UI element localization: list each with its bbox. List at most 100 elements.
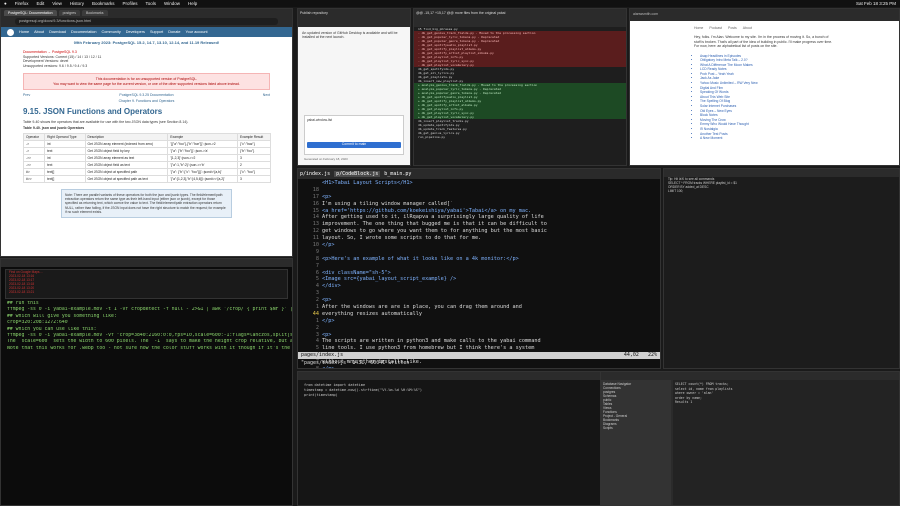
menu-item[interactable]: View xyxy=(52,1,62,6)
menu-item[interactable]: Profiles xyxy=(122,1,137,6)
table-cell: text xyxy=(44,147,86,155)
blog-url-bar[interactable]: alanwsmith.com xyxy=(630,9,899,21)
line-text: get windows to go where you want them to… xyxy=(322,228,547,235)
vim-line: 1 </p> xyxy=(300,318,658,325)
code-line: Results 1 xyxy=(675,400,693,404)
nav-link[interactable]: Community xyxy=(102,30,121,34)
line-number: 3 xyxy=(315,290,319,297)
url-bar[interactable]: postgresql.org/docs/9.3/functions-json.h… xyxy=(15,18,278,25)
unsupported-versions[interactable]: Unsupported versions: 9.6 / 9.5 / 9.4 / … xyxy=(23,64,270,69)
nav-home-link[interactable]: Home xyxy=(694,26,703,30)
line-number: 9 xyxy=(315,248,319,255)
elephant-logo-icon[interactable] xyxy=(7,28,14,36)
commit-footer: Generated on February 18, 2023 xyxy=(304,157,348,161)
table-header: Operator xyxy=(22,133,46,141)
line-text: <p> xyxy=(322,331,332,338)
table-cell: int xyxy=(44,154,86,162)
list-item[interactable]: 2023-02-18 13:21 xyxy=(6,290,287,294)
blog-intro: Hey, folks. I'm Alan. Welcome to my site… xyxy=(694,35,833,48)
vim-tab-active[interactable]: p/CodeBlock.js xyxy=(334,171,381,177)
terminal-buffer[interactable]: ## run this ffmpeg -ss 0 -i yabai-example… xyxy=(1,301,292,352)
nav-link[interactable]: Support xyxy=(150,30,163,34)
browser-tab[interactable]: postgres xyxy=(58,10,80,16)
nav-link[interactable]: Developers xyxy=(126,30,145,34)
line-text: </div> xyxy=(322,283,341,290)
vim-tab[interactable]: p/index.js xyxy=(300,171,330,177)
vim-line: 4 The scripts are written in python3 and… xyxy=(300,338,658,345)
menu-item[interactable]: Tools xyxy=(145,1,156,6)
table-row: -> int Get JSON array element (indexed fro… xyxy=(22,140,271,148)
line-text: The scripts are written in python3 and m… xyxy=(322,338,541,345)
table-cell: Get JSON array element (indexed from zer… xyxy=(84,140,169,148)
vim-line: 13 improvement. The one thing that bugge… xyxy=(300,221,658,228)
nav-podcast-link[interactable]: Podcast xyxy=(709,26,722,30)
menu-item[interactable]: Help xyxy=(188,1,197,6)
line-number: 13 xyxy=(312,221,319,228)
nav-posts-link[interactable]: Posts xyxy=(728,26,737,30)
terminal-window: Find on Google Maps… 2023-02-18 13:16 20… xyxy=(0,258,293,506)
line-number: 2 xyxy=(315,297,319,304)
table-cell: text xyxy=(44,161,86,169)
nav-link[interactable]: Home xyxy=(19,30,29,34)
status-percent: 22% xyxy=(647,352,657,358)
menu-item[interactable]: History xyxy=(70,1,84,6)
nav-link[interactable]: Donate xyxy=(168,30,180,34)
menu-item[interactable]: Window xyxy=(164,1,180,6)
note-box: Note: There are parallel variants of the… xyxy=(61,189,232,219)
browser-tab[interactable]: Bookmarks xyxy=(82,10,108,16)
version-info: Documentation → PostgreSQL 9.3 Supported… xyxy=(1,48,292,70)
line-number: 18 xyxy=(312,186,319,193)
vim-message: "pages/index.js" 143L, 6004C written xyxy=(301,360,410,366)
vim-tab[interactable]: b_main.py xyxy=(384,171,411,177)
nav-about-link[interactable]: About xyxy=(743,26,752,30)
database-output: Tip: Hit ⌘K to see all commands SELECT * … xyxy=(664,177,899,193)
commit-button[interactable]: Commit to main xyxy=(307,142,401,148)
prev-link[interactable]: Prev xyxy=(23,93,30,97)
nav-link[interactable]: Download xyxy=(49,30,66,34)
table-cell: -> xyxy=(22,147,46,155)
line-number xyxy=(300,180,322,187)
status-position: 44,02 xyxy=(623,352,639,358)
release-banner[interactable]: 09th February 2023: PostgreSQL 15.2, 14.… xyxy=(1,37,292,48)
line-number: 2 xyxy=(315,324,319,331)
menu-item[interactable]: Firefox xyxy=(15,1,29,6)
chapter-link[interactable]: Chapter 9. Functions and Operators xyxy=(23,99,270,103)
tree-item[interactable]: Scripts xyxy=(603,426,669,430)
commit-panel: yabai-window-list Commit to main xyxy=(304,115,404,155)
line-number: 7 xyxy=(315,262,319,269)
status-file: pages/index.js xyxy=(301,352,344,358)
nav-link[interactable]: Your account xyxy=(186,30,208,34)
nav-link[interactable]: About xyxy=(34,30,44,34)
table-cell: '{"a": {"b":{"c": "foo"}}}'::json#>'{a,b… xyxy=(167,168,239,176)
vim-line: 4 </div> xyxy=(300,283,658,290)
table-cell: int xyxy=(44,140,86,148)
vim-line: 2 <p> xyxy=(300,297,658,304)
doc-nav: Prev PostgreSQL 9.3.25 Documentation Nex… xyxy=(23,93,270,97)
line-number: 10 xyxy=(312,242,319,249)
next-link[interactable]: Next xyxy=(263,93,270,97)
menu-item[interactable]: Bookmarks xyxy=(92,1,115,6)
table-cell: '{"a":[1,2,3],"b":[4,5,6]}'::json#>>'{a,… xyxy=(167,175,239,183)
line-text: </p> xyxy=(322,317,335,324)
table-cell: '[1,2,3]'::json->>2 xyxy=(167,154,239,162)
line-text: <div className="sh-5"> xyxy=(322,269,391,276)
clock[interactable]: Sat Feb 18 3:25 PM xyxy=(856,1,896,6)
nav-link[interactable]: Documentation xyxy=(71,30,97,34)
vim-buffer[interactable]: <H1>Tabai Layout Scripts</H1> 18 17 <p> 16 I… xyxy=(298,179,660,368)
line-text: everything resizes automatically xyxy=(322,310,422,317)
table-cell: '[{"a":"foo"},{"b":"bar"}]'::json->2 xyxy=(167,140,239,148)
apple-icon[interactable]: ● xyxy=(4,1,7,6)
diff-lines: 15 find_big_phrases.py - db_get_genius_tr… xyxy=(414,27,626,139)
post-link[interactable]: A New Moment xyxy=(700,136,835,141)
commit-summary-input[interactable]: yabai-window-list xyxy=(307,118,401,122)
sql-editor[interactable]: SELECT count(*) FROM tracks; select id, n… xyxy=(673,380,899,505)
ide-window: Database Navigator Connections postgres … xyxy=(600,371,900,506)
git-title[interactable]: Publish repository xyxy=(300,11,328,15)
vim-line: 14 After getting used to it, ilRqapva a … xyxy=(300,214,658,221)
vim-tabline: p/index.js p/CodeBlock.js b_main.py xyxy=(298,169,660,179)
intro-paragraph: Table 9-40 shows the operators that are … xyxy=(23,120,189,124)
menu-item[interactable]: Edit xyxy=(36,1,44,6)
browser-tab[interactable]: PostgreSQL: Documentation xyxy=(4,10,57,16)
table-row: -> text Get JSON object field by key '{"a":… xyxy=(22,147,271,155)
line-number: 11 xyxy=(312,235,319,242)
